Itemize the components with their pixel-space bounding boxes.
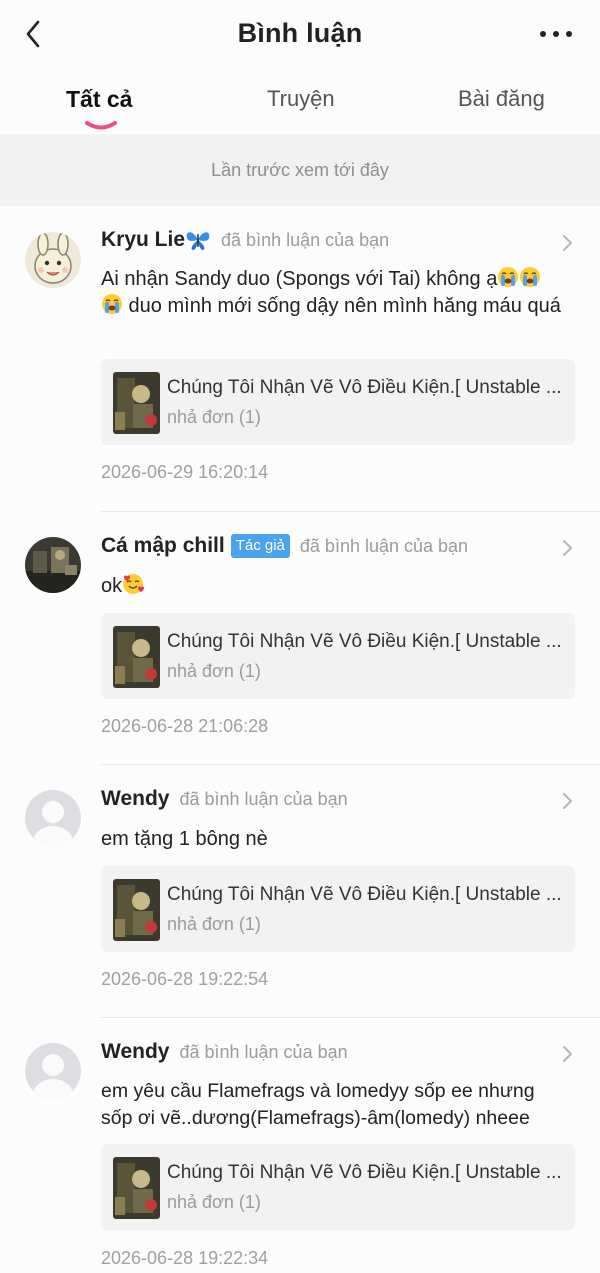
chevron-right-icon[interactable] [561,1045,573,1063]
story-cover-image-icon [113,879,160,941]
tab-bar: Tất cả Truyện Bài đăng [0,80,600,132]
story-title: Chúng Tôi Nhận Vẽ Vô Điều Kiện.[ Unstabl… [167,1162,562,1183]
story-cover-image-icon [113,372,160,434]
avatar[interactable] [25,790,81,846]
comment-action-text: đã bình luận của bạn [179,788,348,809]
comment-header: Wendy đã bình luận của bạn [101,787,570,817]
comment-text: em tặng 1 bông nè [101,828,268,850]
story-subtitle: nhả đơn (1) [167,914,261,934]
crying-face-emoji-icon [102,294,122,314]
page-title: Bình luận [237,18,363,48]
comment-action-text: đã bình luận của bạn [221,229,390,250]
referenced-story-card[interactable]: Chúng Tôi Nhận Vẽ Vô Điều Kiện.[ Unstabl… [101,613,575,699]
story-title: Chúng Tôi Nhận Vẽ Vô Điều Kiện.[ Unstabl… [167,631,562,652]
comment-item[interactable]: Wendy đã bình luận của bạn em yêu cầu Fla… [0,1018,600,1273]
comment-text-part: Ai nhận Sandy duo (Spongs với Tai) không… [101,268,498,290]
chevron-right-icon[interactable] [561,792,573,810]
comment-username[interactable]: Wendy [101,787,169,810]
story-thumbnail [113,879,160,941]
comment-action-text: đã bình luận của bạn [179,1041,348,1062]
comment-text: ok [101,573,571,600]
butterfly-emoji-icon [186,232,210,250]
comment-item[interactable]: Cá mập chill Tác giả đã bình luận của bạn … [0,512,600,765]
default-avatar-icon [25,1043,81,1099]
comment-timestamp: 2026-06-29 16:20:14 [101,462,269,482]
last-seen-notice: Lần trước xem tới đây [0,134,600,206]
tab-posts[interactable]: Bài đăng [458,86,545,112]
comment-timestamp: 2026-06-28 19:22:34 [101,1248,269,1268]
author-badge: Tác giả [230,534,290,558]
story-title: Chúng Tôi Nhận Vẽ Vô Điều Kiện.[ Unstabl… [167,884,562,905]
chevron-right-icon[interactable] [561,539,573,557]
comment-text-part: duo mình mới sống dậy nên mình hăng máu … [123,295,561,317]
comment-item[interactable]: Wendy đã bình luận của bạn em tặng 1 bông… [0,765,600,1018]
referenced-story-card[interactable]: Chúng Tôi Nhận Vẽ Vô Điều Kiện.[ Unstabl… [101,1144,575,1230]
comment-header: Wendy đã bình luận của bạn [101,1040,570,1070]
tab-all[interactable]: Tất cả [66,86,132,113]
story-thumbnail [113,626,160,688]
comment-text: em yêu cầu Flamefrags và lomedyy sốp ee … [101,1080,535,1129]
comment-item[interactable]: Kryu Lie đã bình luận của bạn Ai nhận Sa… [0,206,600,512]
comment-username[interactable]: Kryu Lie [101,228,185,251]
avatar-cartoon-icon [25,232,81,288]
story-thumbnail [113,1157,160,1219]
comment-text: Ai nhận Sandy duo (Spongs với Tai) không… [101,266,571,320]
crying-face-emoji-icon [520,267,541,287]
story-subtitle: nhả đơn (1) [167,1192,261,1212]
story-cover-image-icon [113,626,160,688]
avatar[interactable] [25,1043,81,1099]
comment-action-text: đã bình luận của bạn [299,535,469,556]
comment-header: Cá mập chill Tác giả đã bình luận của bạn [101,534,570,564]
comment-text-part: ok [101,575,123,597]
story-title: Chúng Tôi Nhận Vẽ Vô Điều Kiện.[ Unstabl… [167,377,562,398]
comment-header: Kryu Lie đã bình luận của bạn [101,228,570,258]
crying-face-emoji-icon [498,267,519,287]
avatar-photo-icon [25,537,81,593]
comment-timestamp: 2026-06-28 19:22:54 [101,969,269,989]
smiling-face-with-hearts-emoji-icon [123,574,145,594]
chevron-right-icon[interactable] [561,234,573,252]
story-subtitle: nhả đơn (1) [167,661,261,681]
tab-stories[interactable]: Truyện [267,86,335,112]
comment-timestamp: 2026-06-28 21:06:28 [101,716,269,736]
top-bar: Bình luận [0,0,600,70]
default-avatar-icon [25,790,81,846]
story-subtitle: nhả đơn (1) [167,407,261,427]
avatar[interactable] [25,537,81,593]
more-options-icon[interactable] [538,28,574,40]
comment-username[interactable]: Cá mập chill [101,534,225,557]
referenced-story-card[interactable]: Chúng Tôi Nhận Vẽ Vô Điều Kiện.[ Unstabl… [101,359,575,445]
avatar[interactable] [25,232,81,288]
active-tab-indicator [85,121,117,130]
story-cover-image-icon [113,1157,160,1219]
story-thumbnail [113,372,160,434]
referenced-story-card[interactable]: Chúng Tôi Nhận Vẽ Vô Điều Kiện.[ Unstabl… [101,866,575,952]
comment-username[interactable]: Wendy [101,1040,169,1063]
